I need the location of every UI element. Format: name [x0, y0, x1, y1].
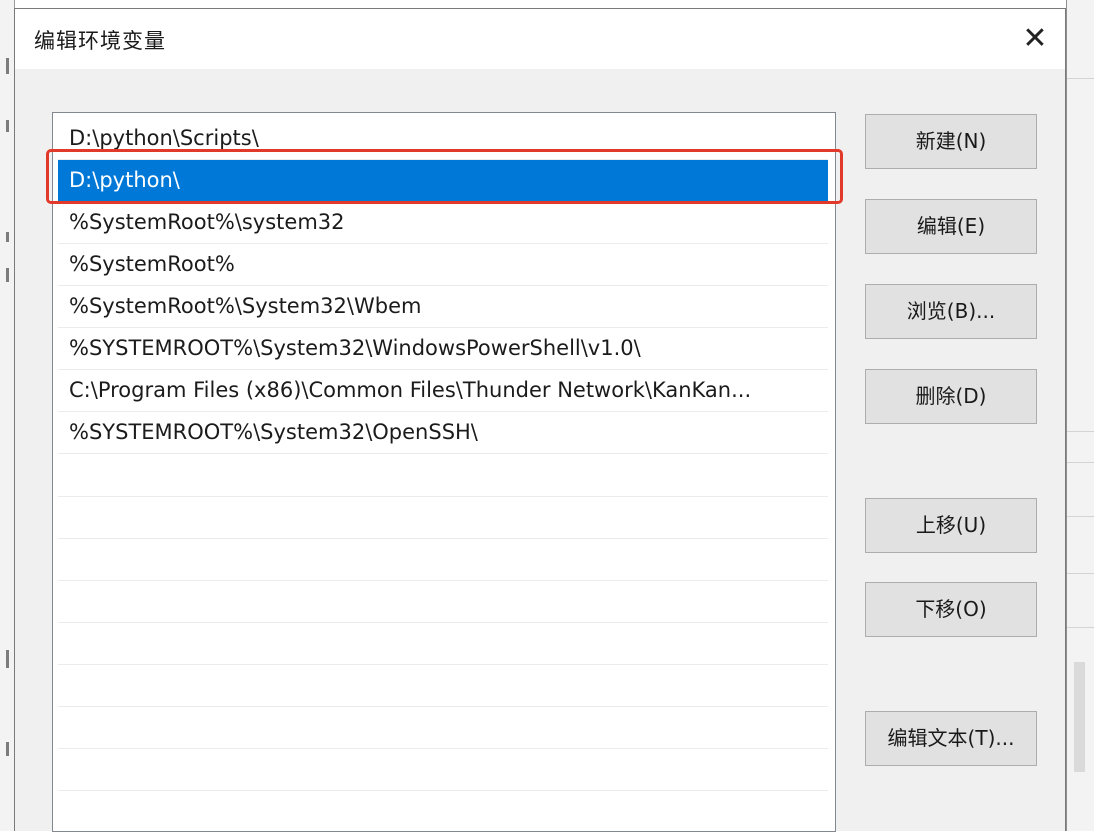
- delete-button[interactable]: 删除(D): [865, 369, 1037, 424]
- empty-row-divider: [58, 706, 828, 707]
- close-icon[interactable]: ✕: [1015, 19, 1055, 59]
- background-window-right-edge: [1066, 0, 1094, 831]
- empty-row-divider: [58, 496, 828, 497]
- list-item[interactable]: %SYSTEMROOT%\System32\OpenSSH\: [58, 412, 828, 454]
- list-item[interactable]: %SYSTEMROOT%\System32\WindowsPowerShell\…: [58, 328, 828, 370]
- list-item[interactable]: %SystemRoot%\System32\Wbem: [58, 286, 828, 328]
- dialog-title: 编辑环境变量: [34, 29, 166, 53]
- list-item[interactable]: C:\Program Files (x86)\Common Files\Thun…: [58, 370, 828, 412]
- empty-row-divider: [58, 748, 828, 749]
- empty-row-divider: [58, 664, 828, 665]
- new-button[interactable]: 新建(N): [865, 114, 1037, 169]
- edit-env-variable-dialog: 编辑环境变量 ✕ D:\python\Scripts\ D:\python\ %…: [14, 8, 1066, 832]
- empty-row-divider: [58, 580, 828, 581]
- selection-annotation-box: [46, 149, 843, 204]
- empty-row-divider: [58, 790, 828, 791]
- edit-button[interactable]: 编辑(E): [865, 199, 1037, 254]
- empty-row-divider: [58, 622, 828, 623]
- path-list[interactable]: D:\python\Scripts\ D:\python\ %SystemRoo…: [52, 112, 836, 832]
- background-window-left-edge: [0, 0, 15, 831]
- background-scrollbar-thumb: [1074, 662, 1085, 772]
- edit-text-button[interactable]: 编辑文本(T)...: [865, 711, 1037, 766]
- list-item[interactable]: %SystemRoot%: [58, 244, 828, 286]
- move-down-button[interactable]: 下移(O): [865, 582, 1037, 637]
- list-item[interactable]: %SystemRoot%\system32: [58, 202, 828, 244]
- browse-button[interactable]: 浏览(B)...: [865, 284, 1037, 339]
- move-up-button[interactable]: 上移(U): [865, 498, 1037, 553]
- title-bar: 编辑环境变量 ✕: [15, 9, 1065, 69]
- empty-row-divider: [58, 538, 828, 539]
